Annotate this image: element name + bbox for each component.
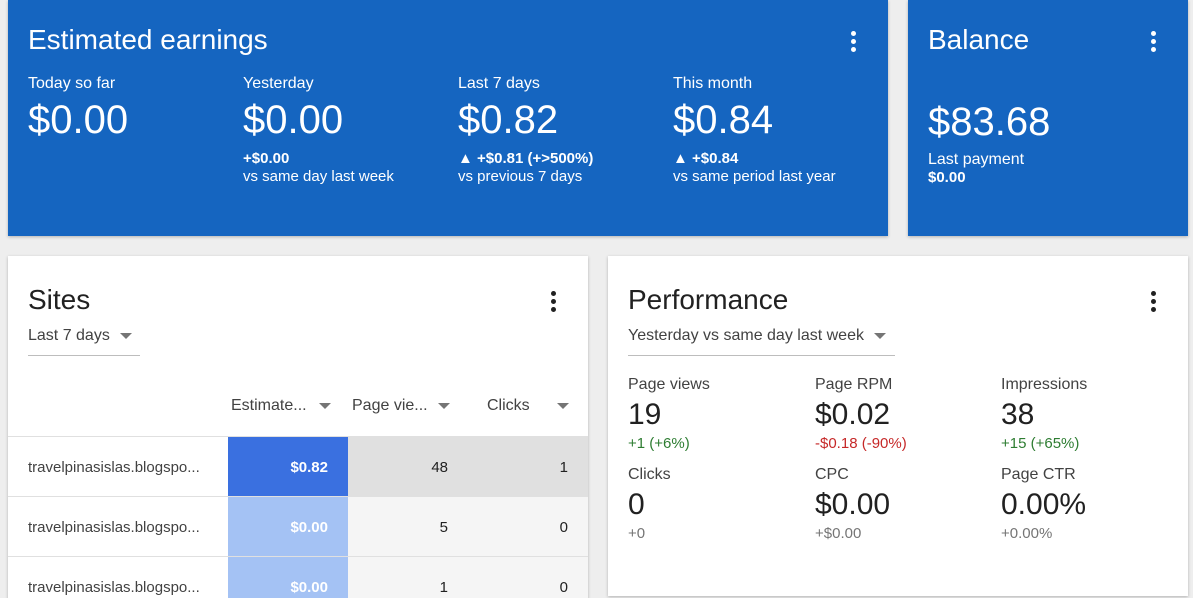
estimated-earnings-card: Estimated earnings Today so far $0.00 Ye… (8, 0, 888, 236)
metric-label: Page RPM (815, 376, 893, 393)
balance-title: Balance (928, 24, 1030, 55)
earnings-comparison: vs same period last year (673, 168, 836, 185)
earnings-comparison: vs previous 7 days (458, 168, 583, 185)
metric-page-views[interactable]: Page views 19 +1 (+6%) (628, 375, 808, 453)
performance-title: Performance (628, 284, 789, 315)
column-header-estimated-earnings[interactable]: Estimate... (231, 392, 331, 420)
column-header-page-views[interactable]: Page vie... (352, 392, 450, 420)
performance-more-icon[interactable] (1143, 289, 1163, 313)
table-row[interactable]: travelpinasislas.blogspo... $0.00 5 0 (8, 496, 588, 557)
chevron-down-icon (438, 403, 450, 409)
metric-impressions[interactable]: Impressions 38 +15 (+65%) (1001, 375, 1181, 453)
metric-value: $0.02 (815, 398, 891, 431)
metric-delta: -$0.18 (-90%) (815, 435, 907, 452)
earnings-delta: +$0.00 (243, 150, 290, 167)
earnings-comparison: vs same day last week (243, 168, 394, 185)
table-row[interactable]: travelpinasislas.blogspo... $0.82 48 1 (8, 436, 588, 497)
earnings-value: $0.00 (243, 98, 344, 142)
chevron-down-icon (557, 403, 569, 409)
metric-value: $0.00 (815, 488, 891, 521)
site-clicks: 1 (559, 458, 568, 476)
earnings-value: $0.82 (458, 98, 559, 142)
sites-range-label: Last 7 days (28, 327, 110, 344)
metric-cpc[interactable]: CPC $0.00 +$0.00 (815, 465, 995, 543)
metric-page-ctr[interactable]: Page CTR 0.00% +0.00% (1001, 465, 1181, 543)
site-clicks: 0 (559, 518, 568, 536)
metric-value: 19 (628, 398, 662, 431)
balance-value: $83.68 (928, 100, 1051, 144)
column-header-label: Estimate... (231, 397, 307, 414)
earnings-last-7-days: Last 7 days $0.82 ▲ +$0.81 (+>500%) vs p… (458, 74, 668, 186)
chevron-down-icon (319, 403, 331, 409)
metric-label: Page views (628, 376, 710, 393)
site-clicks: 0 (559, 578, 568, 596)
site-earnings: $0.00 (290, 518, 328, 536)
site-page-views: 1 (439, 578, 448, 596)
site-page-views: 5 (439, 518, 448, 536)
metric-value: 38 (1001, 398, 1035, 431)
metric-label: Page CTR (1001, 466, 1076, 483)
site-name[interactable]: travelpinasislas.blogspo... (28, 497, 218, 557)
site-name[interactable]: travelpinasislas.blogspo... (28, 557, 218, 598)
column-header-label: Clicks (487, 397, 530, 414)
earnings-today: Today so far $0.00 (28, 74, 238, 144)
earnings-label: This month (673, 75, 753, 92)
last-payment-label: Last payment (928, 151, 1025, 168)
earnings-this-month: This month $0.84 ▲ +$0.84 vs same period… (673, 74, 883, 186)
column-header-clicks[interactable]: Clicks (487, 392, 569, 420)
metric-label: Clicks (628, 466, 671, 483)
chevron-down-icon (873, 333, 886, 339)
site-earnings: $0.82 (290, 458, 328, 476)
earnings-delta: ▲ +$0.81 (+>500%) (458, 150, 594, 167)
performance-range-label: Yesterday vs same day last week (628, 327, 864, 344)
earnings-label: Today so far (28, 75, 116, 92)
earnings-value: $0.00 (28, 98, 129, 142)
sites-more-icon[interactable] (543, 289, 563, 313)
earnings-label: Yesterday (243, 75, 314, 92)
metric-delta: +0 (628, 525, 646, 542)
site-name[interactable]: travelpinasislas.blogspo... (28, 437, 218, 497)
balance-card: Balance $83.68 Last payment $0.00 (908, 0, 1188, 236)
metric-delta: +0.00% (1001, 525, 1053, 542)
site-earnings: $0.00 (290, 578, 328, 596)
estimated-earnings-title: Estimated earnings (28, 24, 268, 55)
metric-delta: +1 (+6%) (628, 435, 690, 452)
metric-page-rpm[interactable]: Page RPM $0.02 -$0.18 (-90%) (815, 375, 995, 453)
sites-title: Sites (28, 284, 91, 315)
metric-label: CPC (815, 466, 849, 483)
balance-more-icon[interactable] (1143, 29, 1163, 53)
site-page-views: 48 (431, 458, 448, 476)
chevron-down-icon (119, 333, 132, 339)
column-header-label: Page vie... (352, 397, 428, 414)
earnings-yesterday: Yesterday $0.00 +$0.00 vs same day last … (243, 74, 453, 186)
earnings-more-icon[interactable] (843, 29, 863, 53)
table-row[interactable]: travelpinasislas.blogspo... $0.00 1 0 (8, 556, 588, 598)
sites-range-dropdown[interactable]: Last 7 days (28, 327, 140, 356)
last-payment-value: $0.00 (928, 169, 966, 186)
earnings-value: $0.84 (673, 98, 774, 142)
performance-range-dropdown[interactable]: Yesterday vs same day last week (628, 327, 895, 356)
metric-clicks[interactable]: Clicks 0 +0 (628, 465, 808, 543)
metric-delta: +$0.00 (815, 525, 862, 542)
metric-label: Impressions (1001, 376, 1088, 393)
earnings-delta: ▲ +$0.84 (673, 150, 739, 167)
metric-value: 0.00% (1001, 488, 1087, 521)
metric-delta: +15 (+65%) (1001, 435, 1080, 452)
earnings-label: Last 7 days (458, 75, 540, 92)
metric-value: 0 (628, 488, 645, 521)
